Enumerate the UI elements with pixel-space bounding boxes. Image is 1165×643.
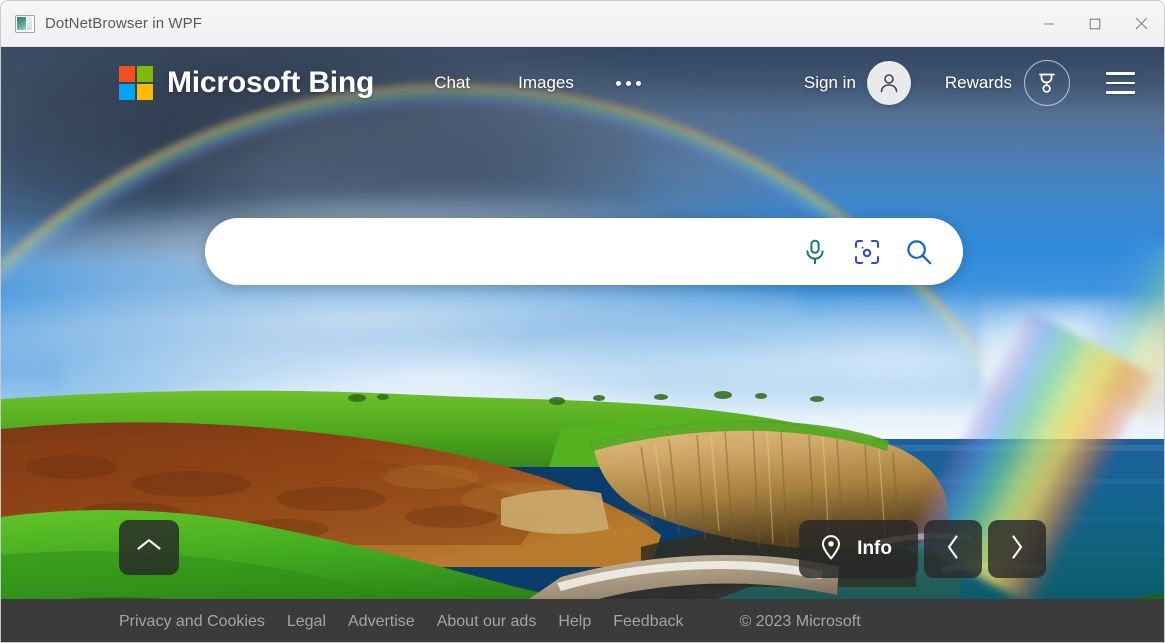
search-box[interactable] (205, 218, 963, 285)
logo-square-blue (119, 84, 135, 100)
maximize-button[interactable] (1072, 1, 1118, 47)
page-footer: Privacy and Cookies Legal Advertise Abou… (1, 599, 1164, 642)
logo-square-yellow (137, 84, 153, 100)
hamburger-menu-icon[interactable] (1098, 61, 1142, 105)
ellipsis-icon (625, 80, 631, 86)
chevron-left-icon (945, 533, 961, 566)
nav-item-chat[interactable]: Chat (410, 67, 494, 99)
location-pin-icon (819, 533, 843, 566)
hamburger-bar (1105, 72, 1135, 75)
image-info-label: Info (857, 538, 892, 559)
scroll-up-button[interactable] (119, 520, 179, 575)
window-title: DotNetBrowser in WPF (45, 15, 203, 32)
background-image-controls: Info (799, 520, 1046, 578)
ellipsis-icon (635, 80, 641, 86)
brand-title: Microsoft Bing (167, 66, 375, 99)
chevron-up-icon (136, 537, 162, 558)
next-image-button[interactable] (988, 520, 1046, 578)
chevron-right-icon (1009, 533, 1025, 566)
footer-link-feedback[interactable]: Feedback (613, 609, 705, 635)
medal-icon (1024, 60, 1070, 106)
header-actions: Sign in Rewards (794, 57, 1164, 109)
microsoft-bing-logo-link[interactable]: Microsoft Bing (119, 66, 374, 100)
microsoft-logo-icon (119, 66, 153, 100)
secondary-cliff (501, 489, 609, 534)
sign-in-button[interactable]: Sign in (794, 58, 915, 108)
image-info-button[interactable]: Info (799, 520, 918, 578)
close-button[interactable] (1118, 1, 1164, 47)
window-controls (1026, 1, 1164, 47)
ellipsis-icon (615, 80, 621, 86)
nav-more-button[interactable] (598, 71, 659, 96)
hamburger-bar (1105, 91, 1135, 94)
title-bar: DotNetBrowser in WPF (1, 1, 1164, 47)
footer-links: Privacy and Cookies Legal Advertise Abou… (119, 609, 861, 635)
sign-in-label: Sign in (803, 73, 856, 92)
footer-link-advertise[interactable]: Advertise (348, 609, 437, 635)
minimize-button[interactable] (1026, 1, 1072, 47)
rewards-button[interactable]: Rewards (935, 57, 1074, 109)
nav-item-images[interactable]: Images (494, 67, 598, 99)
logo-square-red (119, 66, 135, 82)
magnifier-search-icon[interactable] (893, 226, 945, 278)
microphone-icon[interactable] (789, 226, 841, 278)
search-input[interactable] (205, 218, 789, 285)
footer-link-privacy[interactable]: Privacy and Cookies (119, 609, 287, 635)
bing-homepage: Microsoft Bing Chat Images Sign in Rewar… (1, 47, 1164, 642)
previous-image-button[interactable] (924, 520, 982, 578)
app-window-icon (15, 14, 35, 33)
person-avatar-icon (866, 61, 911, 105)
bing-header: Microsoft Bing Chat Images Sign in Rewar… (1, 47, 1164, 119)
header-nav: Chat Images (410, 67, 659, 99)
footer-copyright: © 2023 Microsoft (739, 612, 861, 630)
footer-link-legal[interactable]: Legal (287, 609, 348, 635)
footer-link-about-our-ads[interactable]: About our ads (437, 609, 559, 635)
visual-search-camera-icon[interactable] (841, 226, 893, 278)
footer-link-help[interactable]: Help (558, 609, 613, 635)
logo-square-green (137, 66, 153, 82)
rewards-label: Rewards (944, 73, 1012, 92)
hamburger-bar (1105, 81, 1135, 85)
app-window: DotNetBrowser in WPF Microsoft Bing Chat… (0, 0, 1165, 643)
